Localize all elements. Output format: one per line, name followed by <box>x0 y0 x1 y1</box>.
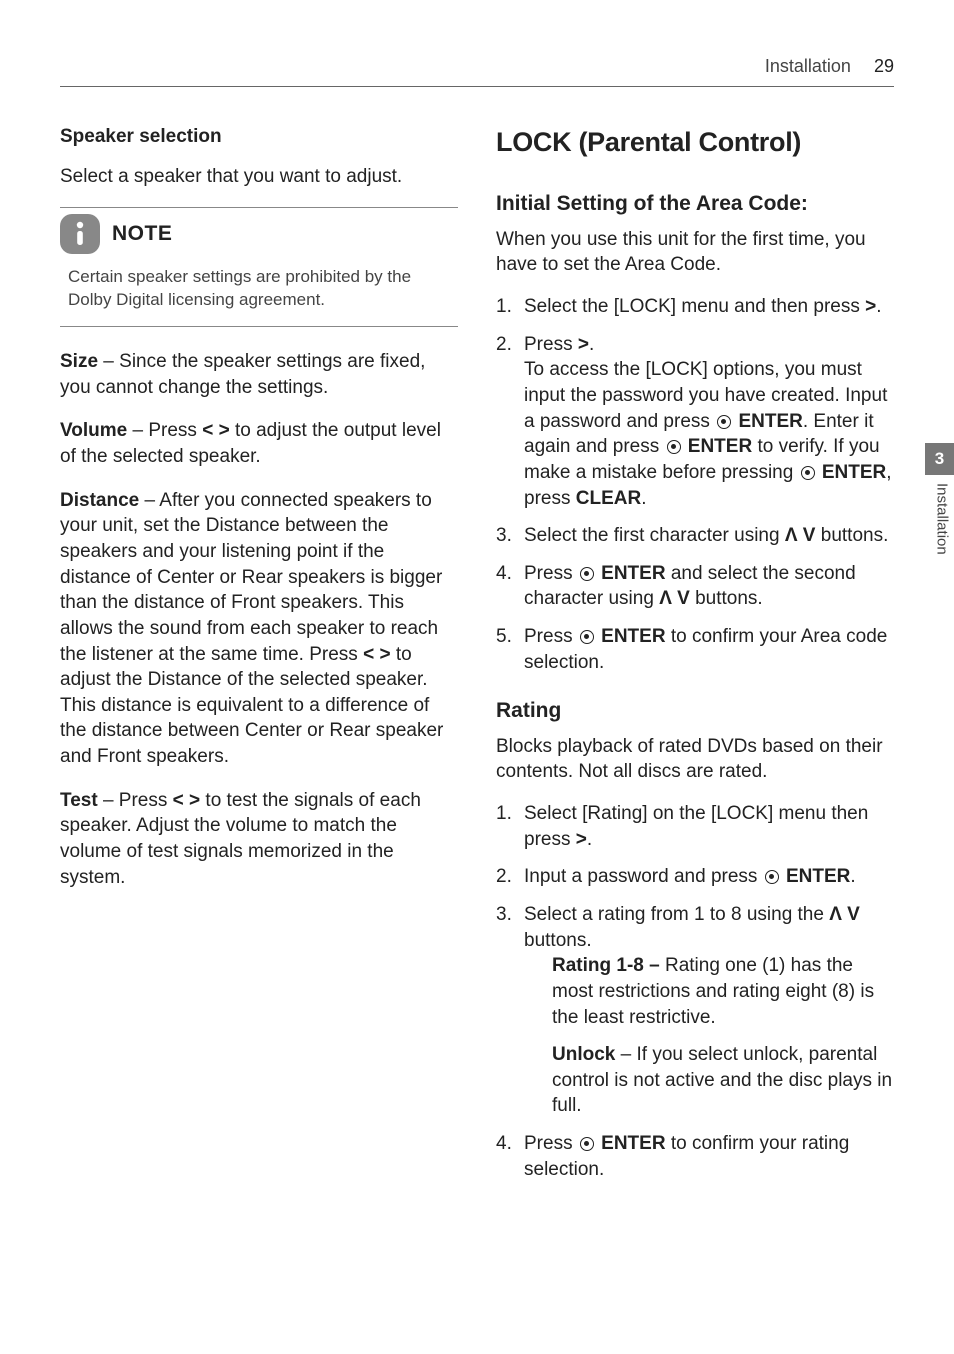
right-arrow-icon: > <box>576 829 587 850</box>
step-item: Select a rating from 1 to 8 using the Λ … <box>496 902 894 1119</box>
enter-icon <box>717 415 731 429</box>
step-item: Press >. To access the [LOCK] options, y… <box>496 332 894 511</box>
step-item: Press ENTER to confirm your Area code se… <box>496 624 894 675</box>
heading-rating: Rating <box>496 697 894 725</box>
unlock-desc: Unlock – If you select unlock, parental … <box>552 1042 894 1119</box>
left-right-arrows-icon: < > <box>173 790 200 811</box>
para-select-speaker: Select a speaker that you want to adjust… <box>60 164 458 190</box>
heading-lock: LOCK (Parental Control) <box>496 124 894 160</box>
step-item: Input a password and press ENTER. <box>496 864 894 890</box>
note-box: NOTE Certain speaker settings are prohib… <box>60 207 458 327</box>
up-down-arrows-icon: Λ V <box>659 588 690 609</box>
enter-icon <box>765 870 779 884</box>
label-size: Size <box>60 351 98 372</box>
para-size: Size – Since the speaker settings are fi… <box>60 349 458 400</box>
enter-icon <box>580 630 594 644</box>
header-section: Installation <box>765 56 851 76</box>
heading-speaker-selection: Speaker selection <box>60 124 458 150</box>
para-initial-setting: When you use this unit for the first tim… <box>496 227 894 278</box>
side-tab-label: Installation <box>925 475 951 555</box>
step-item: Select the [LOCK] menu and then press >. <box>496 294 894 320</box>
right-column: LOCK (Parental Control) Initial Setting … <box>496 124 894 1204</box>
right-arrow-icon: > <box>865 296 876 317</box>
para-distance: Distance – After you connected speakers … <box>60 488 458 770</box>
side-tab: 3 Installation <box>925 443 954 613</box>
enter-icon <box>580 1137 594 1151</box>
up-down-arrows-icon: Λ V <box>785 525 816 546</box>
heading-initial-setting: Initial Setting of the Area Code: <box>496 190 894 218</box>
page-header: Installation 29 <box>765 54 894 78</box>
left-column: Speaker selection Select a speaker that … <box>60 124 458 1204</box>
rating-desc: Rating 1-8 – Rating one (1) has the most… <box>552 953 894 1030</box>
step-item: Press ENTER to confirm your rating selec… <box>496 1131 894 1182</box>
para-test: Test – Press < > to test the signals of … <box>60 788 458 891</box>
up-down-arrows-icon: Λ V <box>829 904 860 925</box>
step-item: Select [Rating] on the [LOCK] menu then … <box>496 801 894 852</box>
side-tab-number: 3 <box>925 443 954 475</box>
enter-icon <box>801 466 815 480</box>
label-test: Test <box>60 790 98 811</box>
note-title: NOTE <box>112 220 172 248</box>
enter-icon <box>667 440 681 454</box>
left-right-arrows-icon: < > <box>202 420 229 441</box>
content-columns: Speaker selection Select a speaker that … <box>60 124 894 1204</box>
steps-area-code: Select the [LOCK] menu and then press >.… <box>496 294 894 675</box>
note-body: Certain speaker settings are prohibited … <box>60 262 458 327</box>
note-icon <box>60 214 100 254</box>
enter-icon <box>580 567 594 581</box>
step-item: Select the first character using Λ V but… <box>496 523 894 549</box>
label-distance: Distance <box>60 490 139 511</box>
step-item: Press ENTER and select the second charac… <box>496 561 894 612</box>
para-rating: Blocks playback of rated DVDs based on t… <box>496 734 894 785</box>
steps-rating: Select [Rating] on the [LOCK] menu then … <box>496 801 894 1182</box>
right-arrow-icon: > <box>578 334 589 355</box>
label-volume: Volume <box>60 420 127 441</box>
header-page-number: 29 <box>874 56 894 76</box>
para-volume: Volume – Press < > to adjust the output … <box>60 418 458 469</box>
left-right-arrows-icon: < > <box>363 644 390 665</box>
header-rule <box>60 86 894 87</box>
